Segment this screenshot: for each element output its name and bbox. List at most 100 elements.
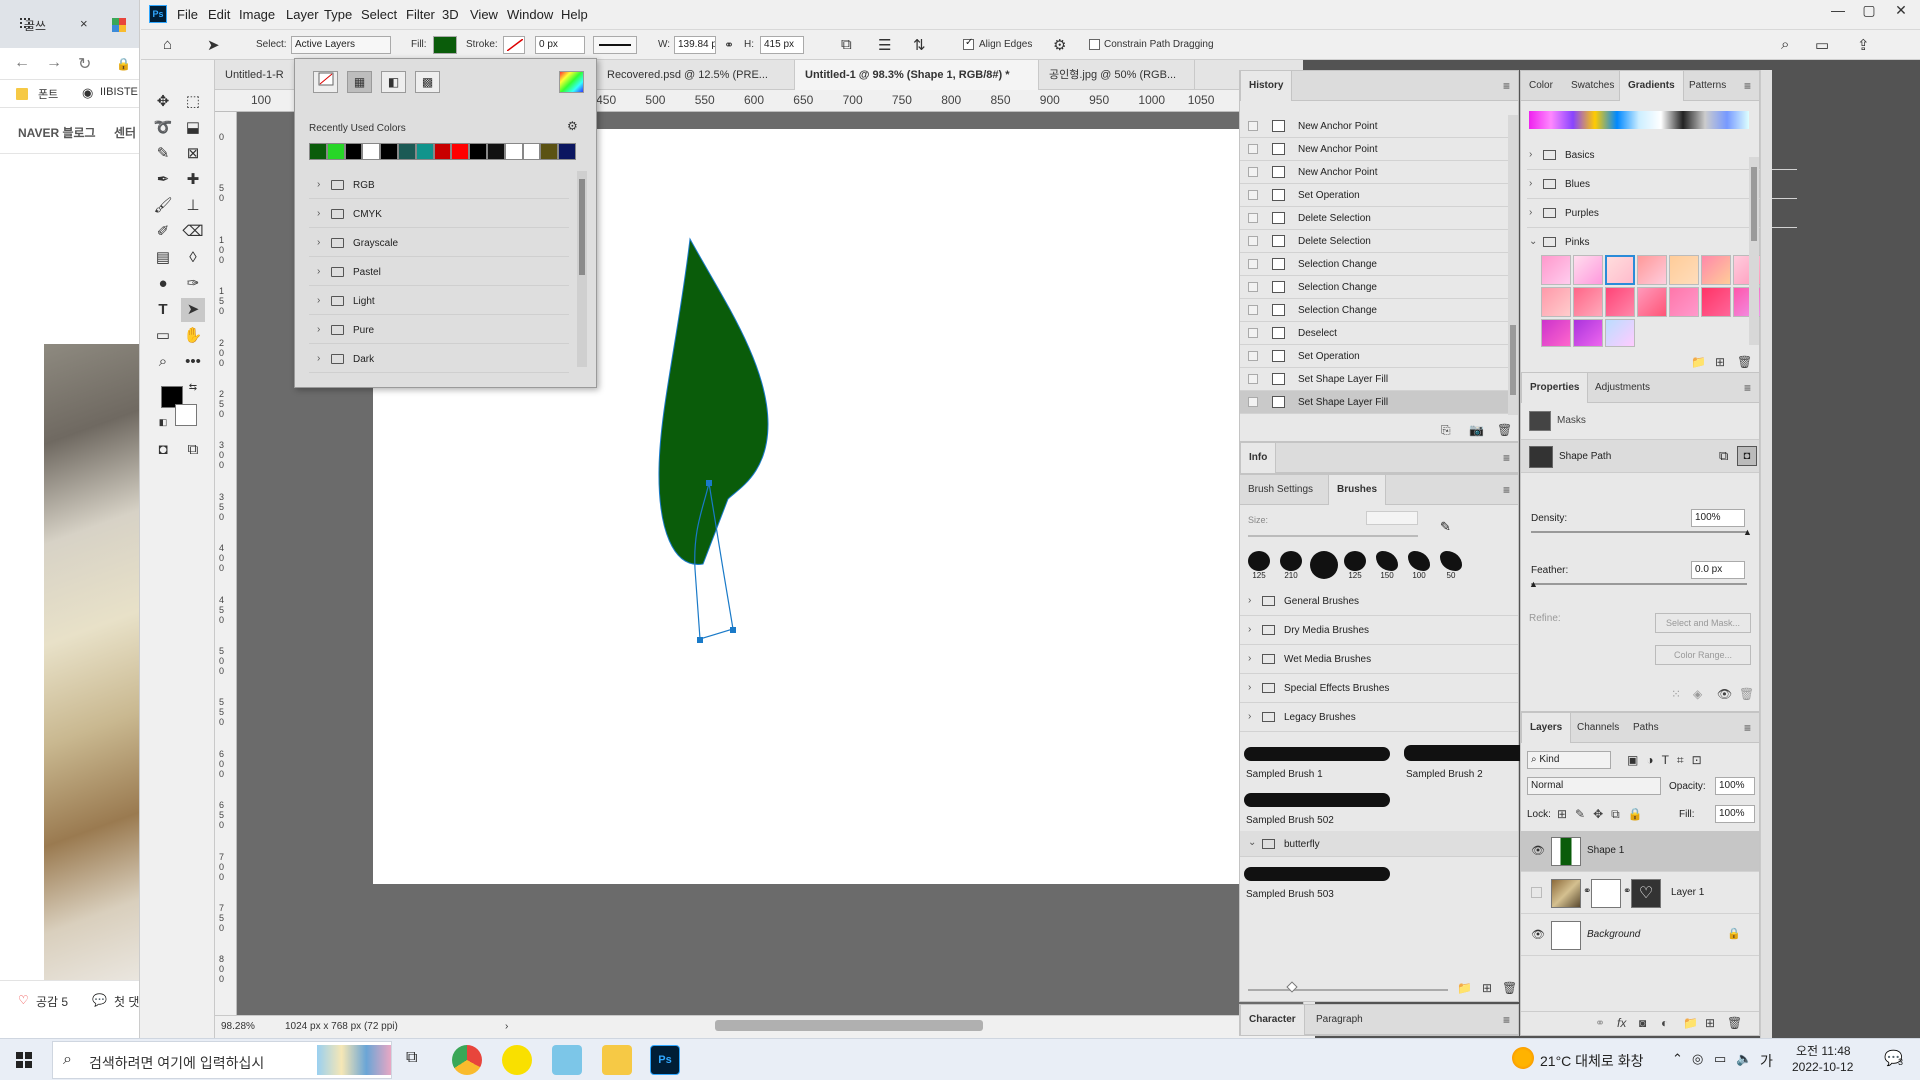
stroke-none-swatch[interactable] (503, 36, 525, 54)
path-alignment-icon[interactable]: ☰ (878, 36, 891, 54)
naver-blog-brand[interactable]: NAVER 블로그 (18, 124, 96, 141)
screen-mode-icon[interactable]: ⧉ (181, 438, 205, 462)
gradient-button[interactable]: ◧ (381, 71, 406, 93)
chrome-app-icon[interactable] (452, 1045, 482, 1075)
recent-color-swatch[interactable] (362, 143, 381, 160)
swatch-folder-cmyk[interactable]: › CMYK (309, 200, 569, 228)
panel-menu-icon[interactable]: ≡ (1503, 1013, 1510, 1027)
menu-edit[interactable]: Edit (208, 7, 230, 22)
menu-3d[interactable]: 3D (442, 7, 459, 22)
type-tool-icon[interactable]: T (151, 298, 175, 322)
brush-tip-preset[interactable]: 210 (1278, 551, 1304, 581)
select-and-mask-button[interactable]: Select and Mask... (1655, 613, 1751, 633)
tab-paragraph[interactable]: Paragraph (1308, 1005, 1371, 1035)
brush-tip-preset[interactable]: 100 (1406, 551, 1432, 581)
popup-gear-icon[interactable]: ⚙ (567, 119, 578, 133)
layer-background[interactable]: 👁 Background 🔒 (1521, 915, 1759, 956)
tab-paths[interactable]: Paths (1625, 713, 1667, 743)
leaf-fill-path[interactable] (658, 237, 769, 565)
recent-color-swatch[interactable] (397, 143, 416, 160)
trash-icon[interactable]: 🗑 (1739, 687, 1754, 701)
maximize-icon[interactable]: ▢ (1855, 2, 1883, 22)
history-checkbox[interactable] (1248, 259, 1258, 269)
notes-app-icon[interactable] (552, 1045, 582, 1075)
layer-layer-1[interactable]: ⚭ ⚭ ♡ Layer 1 (1521, 873, 1759, 914)
brush-tip-preset[interactable]: 50 (1438, 551, 1464, 581)
recent-color-swatch[interactable] (540, 143, 559, 160)
apply-mask-icon[interactable]: ◈ (1693, 687, 1702, 701)
new-gradient-icon[interactable]: ⊞ (1715, 355, 1725, 369)
history-item[interactable]: Deselect (1240, 322, 1508, 345)
anchor-point[interactable] (706, 480, 712, 486)
path-select-tool-icon[interactable]: ➤ (207, 36, 220, 54)
layer-filter-icons[interactable]: ▣◑T⌗⊡ (1627, 753, 1710, 768)
anchor-point[interactable] (697, 637, 703, 643)
vector-mask-icon[interactable]: ◘ (1737, 446, 1757, 466)
panel-menu-icon[interactable]: ≡ (1744, 79, 1751, 93)
brush-folder[interactable]: › General Brushes (1240, 587, 1518, 616)
panel-collapse-strip[interactable] (1760, 70, 1772, 1038)
recent-color-swatch[interactable] (433, 143, 452, 160)
tab-history[interactable]: History (1240, 71, 1293, 101)
visibility-off-box[interactable] (1531, 887, 1542, 898)
history-item[interactable]: Set Operation (1240, 345, 1508, 368)
gradients-scrollbar[interactable] (1749, 157, 1759, 345)
history-checkbox[interactable] (1248, 397, 1258, 407)
menu-image[interactable]: Image (239, 7, 275, 22)
tab-gradients[interactable]: Gradients (1619, 71, 1684, 101)
fx-icon[interactable]: fx (1617, 1016, 1626, 1030)
gear-icon[interactable]: ⚙ (1053, 36, 1066, 54)
sampled-brush-503[interactable]: Sampled Brush 503 (1246, 889, 1334, 900)
visibility-eye-icon[interactable]: 👁 (1531, 928, 1545, 941)
panel-menu-icon[interactable]: ≡ (1503, 483, 1510, 497)
swatch-folder-dark[interactable]: › Dark (309, 345, 569, 373)
no-color-button[interactable] (313, 71, 338, 93)
layer-name[interactable]: Shape 1 (1587, 845, 1624, 856)
workspace-icon[interactable]: ▭ (1815, 36, 1829, 54)
tab-color[interactable]: Color (1521, 71, 1561, 101)
eyedropper-tool-icon[interactable]: ✒ (151, 168, 175, 192)
swatch-folder-grayscale[interactable]: › Grayscale (309, 229, 569, 257)
tab-swatches[interactable]: Swatches (1563, 71, 1622, 101)
color-picker-button[interactable] (559, 71, 584, 93)
history-item[interactable]: Delete Selection (1240, 230, 1508, 253)
constrain-path-checkbox[interactable] (1089, 39, 1100, 50)
pen-tool-icon[interactable]: ✑ (181, 272, 205, 296)
tab-layers[interactable]: Layers (1521, 713, 1572, 743)
volume-icon[interactable]: 🔈 (1736, 1051, 1752, 1067)
butterfly-group[interactable]: ⌄ butterfly (1240, 831, 1518, 857)
history-item[interactable]: Set Shape Layer Fill (1240, 391, 1508, 414)
tab-info[interactable]: Info (1240, 443, 1277, 473)
fill-color-swatch[interactable] (433, 36, 457, 54)
doc-tab-bear[interactable]: 공인형.jpg @ 50% (RGB... (1039, 60, 1195, 90)
object-select-tool-icon[interactable]: ⬓ (181, 116, 205, 140)
brush-tip-preset[interactable]: 125 (1342, 551, 1368, 581)
kakaotalk-app-icon[interactable] (502, 1045, 532, 1075)
chevron-right-icon[interactable]: › (317, 208, 320, 219)
default-colors-icon[interactable]: ◧ (151, 410, 175, 434)
chevron-right-icon[interactable]: › (317, 324, 320, 335)
tab-brush-settings[interactable]: Brush Settings (1240, 475, 1321, 505)
history-checkbox[interactable] (1248, 144, 1258, 154)
layer-shape-1[interactable]: 👁 Shape 1 (1521, 831, 1759, 872)
search-icon[interactable]: ⌕ (1781, 36, 1789, 53)
solid-color-button[interactable]: ▦ (347, 71, 372, 93)
opacity-field[interactable]: 100% (1715, 777, 1755, 795)
brush-tip-preset[interactable]: 125 (1246, 551, 1272, 581)
swatch-folder-pastel[interactable]: › Pastel (309, 258, 569, 286)
feather-field[interactable]: 0.0 px (1691, 561, 1745, 579)
slider-thumb[interactable]: ▲ (1743, 527, 1752, 537)
history-checkbox[interactable] (1248, 328, 1258, 338)
anchor-point[interactable] (730, 627, 736, 633)
history-brush-icon[interactable]: ✐ (151, 220, 175, 244)
bookmark-site[interactable]: IIBISTE (100, 86, 138, 98)
visibility-eye-icon[interactable]: 👁 (1717, 687, 1732, 701)
swatch-folder-light[interactable]: › Light (309, 287, 569, 315)
frame-tool-icon[interactable]: ⊠ (181, 142, 205, 166)
recent-color-swatch[interactable] (522, 143, 541, 160)
clock-date[interactable]: 2022-10-12 (1792, 1060, 1853, 1074)
load-selection-icon[interactable]: ⁙ (1671, 687, 1681, 701)
chevron-right-icon[interactable]: › (317, 266, 320, 277)
fill-opacity-field[interactable]: 100% (1715, 805, 1755, 823)
history-checkbox[interactable] (1248, 236, 1258, 246)
